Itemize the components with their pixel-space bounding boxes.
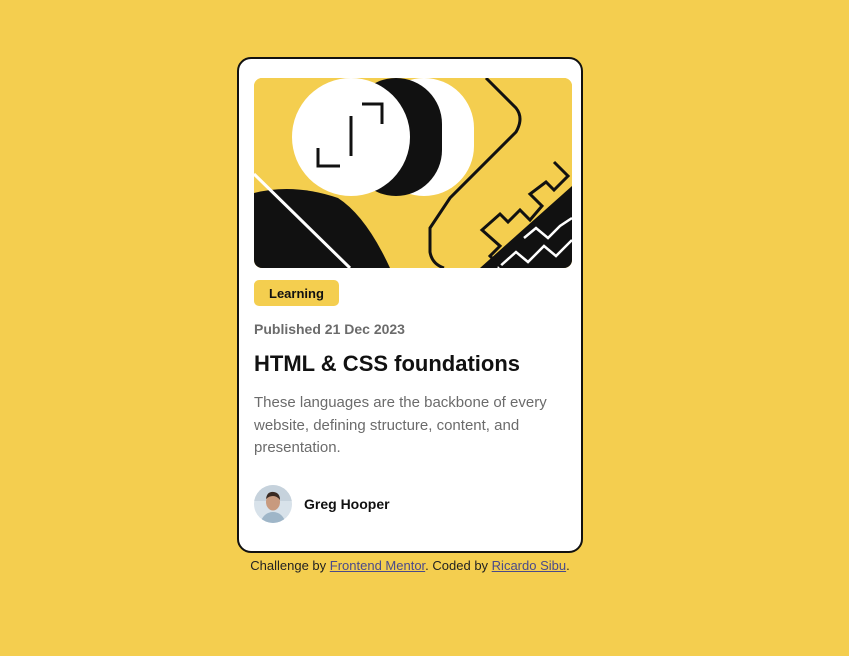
author-name: Greg Hooper bbox=[304, 496, 390, 512]
card-description: These languages are the backbone of ever… bbox=[254, 394, 547, 456]
attribution-prefix: Challenge by bbox=[250, 558, 327, 573]
attribution-footer: Challenge by Frontend Mentor. Coded by R… bbox=[0, 558, 820, 573]
hero-illustration bbox=[254, 78, 572, 268]
attribution-middle: . Coded by bbox=[425, 558, 489, 573]
published-date: Published 21 Dec 2023 bbox=[254, 321, 405, 337]
frontend-mentor-link[interactable]: Frontend Mentor bbox=[330, 558, 425, 573]
category-tag: Learning bbox=[254, 280, 339, 306]
author-info: Greg Hooper bbox=[254, 485, 390, 523]
abstract-illustration-icon bbox=[254, 78, 572, 268]
author-link[interactable]: Ricardo Sibu bbox=[492, 558, 566, 573]
avatar bbox=[254, 485, 292, 523]
attribution-suffix: . bbox=[566, 558, 570, 573]
blog-preview-card: Learning Published 21 Dec 2023 HTML & CS… bbox=[237, 57, 583, 553]
avatar-person-icon bbox=[254, 485, 292, 523]
card-title[interactable]: HTML & CSS foundations bbox=[254, 351, 520, 377]
